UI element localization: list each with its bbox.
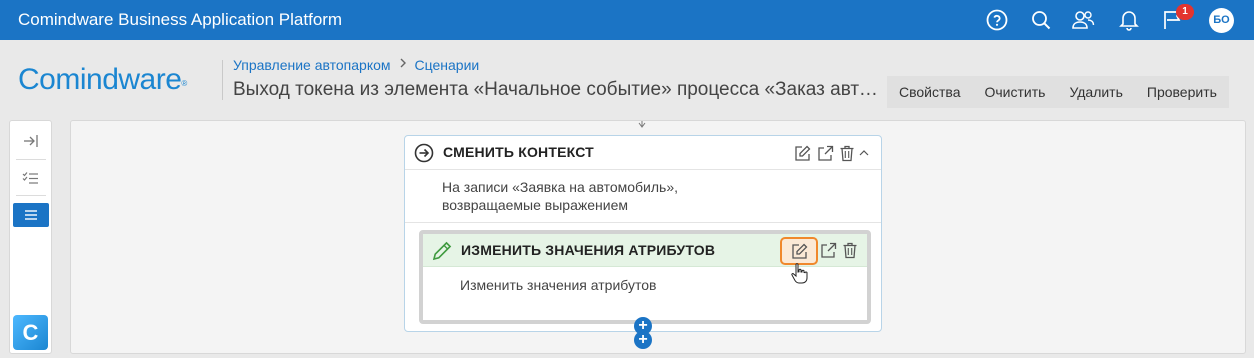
change-context-block[interactable]: СМЕНИТЬ КОНТЕКСТ На записи «Заявка на ав… xyxy=(404,135,882,332)
chevron-right-icon xyxy=(399,56,407,74)
block-description-line: возвращаемые выражением xyxy=(442,197,628,213)
block-description: На записи «Заявка на автомобиль», возвра… xyxy=(442,178,678,214)
clear-button[interactable]: Очистить xyxy=(972,76,1057,108)
rail-divider xyxy=(16,195,46,196)
rail-divider xyxy=(16,159,46,160)
edit-icon[interactable] xyxy=(793,144,811,162)
users-icon[interactable] xyxy=(1071,8,1095,32)
hand-cursor-icon xyxy=(790,262,808,284)
logo-text: Comindware xyxy=(18,63,182,96)
delete-button[interactable]: Удалить xyxy=(1057,76,1134,108)
checklist-icon[interactable] xyxy=(13,166,49,190)
comindware-app-badge[interactable]: C xyxy=(13,315,48,350)
avatar[interactable]: БО xyxy=(1209,8,1234,33)
validate-button[interactable]: Проверить xyxy=(1135,76,1229,108)
arrow-circle-right-icon xyxy=(414,143,434,163)
inner-block-title: ИЗМЕНИТЬ ЗНАЧЕНИЯ АТРИБУТОВ xyxy=(461,242,716,258)
edit-highlighted-button[interactable] xyxy=(780,237,818,265)
left-rail: C xyxy=(9,120,52,354)
expand-panel-icon[interactable] xyxy=(13,129,49,153)
logo: Comindware® xyxy=(18,62,187,98)
edit-icon xyxy=(791,243,807,259)
flow-arrow-icon xyxy=(637,121,647,132)
page-header: Comindware® Управление автопарком Сценар… xyxy=(0,40,1254,118)
search-icon[interactable] xyxy=(1029,8,1053,32)
notification-badge: 1 xyxy=(1176,4,1194,20)
inner-block-description: Изменить значения атрибутов xyxy=(460,277,657,293)
chevron-up-icon[interactable] xyxy=(858,144,870,162)
scenario-canvas: СМЕНИТЬ КОНТЕКСТ На записи «Заявка на ав… xyxy=(70,120,1246,354)
change-attributes-block[interactable]: ИЗМЕНИТЬ ЗНАЧЕНИЯ АТРИБУТОВ Изменить зна… xyxy=(419,230,871,324)
add-step-button[interactable]: + xyxy=(634,331,652,349)
block-description-line: На записи «Заявка на автомобиль», xyxy=(442,179,679,195)
breadcrumb-item-fleet[interactable]: Управление автопарком xyxy=(233,56,391,74)
open-external-icon[interactable] xyxy=(819,241,837,259)
logo-mark: ® xyxy=(181,79,187,88)
list-view-icon[interactable] xyxy=(13,203,49,227)
help-circle-icon[interactable] xyxy=(985,8,1009,32)
pencil-icon xyxy=(431,240,453,262)
bell-icon[interactable] xyxy=(1117,8,1141,32)
open-external-icon[interactable] xyxy=(816,144,834,162)
properties-button[interactable]: Свойства xyxy=(887,76,972,108)
top-bar: Comindware Business Application Platform… xyxy=(0,0,1254,40)
trash-icon[interactable] xyxy=(838,144,856,162)
block-header: СМЕНИТЬ КОНТЕКСТ xyxy=(405,136,881,170)
block-title: СМЕНИТЬ КОНТЕКСТ xyxy=(443,144,594,160)
block-divider xyxy=(405,222,881,223)
header-divider xyxy=(222,60,223,100)
trash-icon[interactable] xyxy=(841,241,859,259)
app-title: Comindware Business Application Platform xyxy=(18,10,343,29)
breadcrumb-item-scenarios[interactable]: Сценарии xyxy=(415,56,480,74)
toolbar: Свойства Очистить Удалить Проверить xyxy=(887,76,1229,108)
breadcrumb: Управление автопарком Сценарии xyxy=(233,56,479,74)
page-title: Выход токена из элемента «Начальное собы… xyxy=(233,79,885,100)
